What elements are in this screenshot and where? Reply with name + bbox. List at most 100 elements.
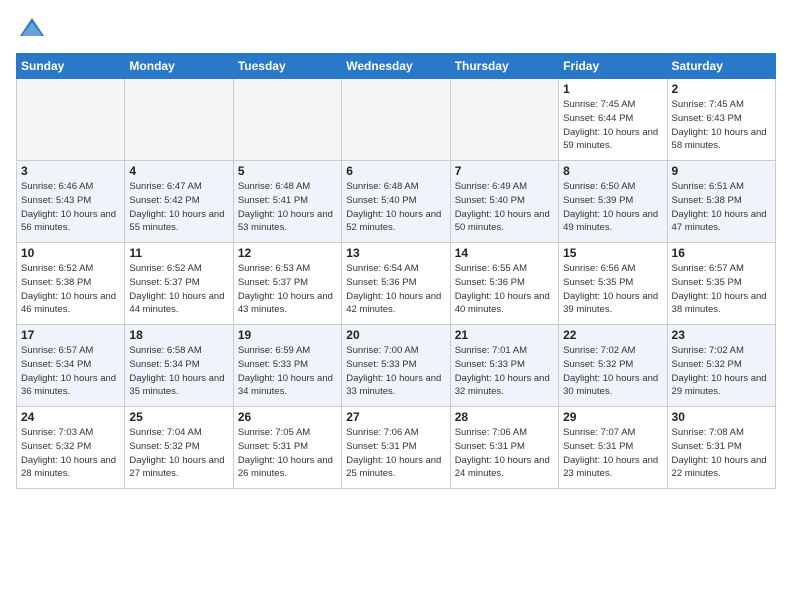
day-number: 10 xyxy=(21,246,120,260)
day-number: 15 xyxy=(563,246,662,260)
calendar-table: SundayMondayTuesdayWednesdayThursdayFrid… xyxy=(16,53,776,489)
calendar-cell: 21 Sunrise: 7:01 AM Sunset: 5:33 PM Dayli… xyxy=(450,325,558,407)
calendar-cell: 4 Sunrise: 6:47 AM Sunset: 5:42 PM Daylig… xyxy=(125,161,233,243)
day-info: Sunrise: 6:57 AM Sunset: 5:35 PM Dayligh… xyxy=(672,262,771,317)
calendar-cell: 16 Sunrise: 6:57 AM Sunset: 5:35 PM Dayli… xyxy=(667,243,775,325)
day-number: 3 xyxy=(21,164,120,178)
calendar-header-wednesday: Wednesday xyxy=(342,54,450,79)
day-number: 18 xyxy=(129,328,228,342)
day-info: Sunrise: 6:47 AM Sunset: 5:42 PM Dayligh… xyxy=(129,180,228,235)
calendar-header-sunday: Sunday xyxy=(17,54,125,79)
day-number: 23 xyxy=(672,328,771,342)
day-number: 29 xyxy=(563,410,662,424)
calendar-cell: 3 Sunrise: 6:46 AM Sunset: 5:43 PM Daylig… xyxy=(17,161,125,243)
calendar-cell: 7 Sunrise: 6:49 AM Sunset: 5:40 PM Daylig… xyxy=(450,161,558,243)
day-info: Sunrise: 7:04 AM Sunset: 5:32 PM Dayligh… xyxy=(129,426,228,481)
calendar-cell xyxy=(342,79,450,161)
day-info: Sunrise: 7:06 AM Sunset: 5:31 PM Dayligh… xyxy=(346,426,445,481)
day-info: Sunrise: 7:45 AM Sunset: 6:43 PM Dayligh… xyxy=(672,98,771,153)
day-info: Sunrise: 6:53 AM Sunset: 5:37 PM Dayligh… xyxy=(238,262,337,317)
day-number: 16 xyxy=(672,246,771,260)
day-info: Sunrise: 7:00 AM Sunset: 5:33 PM Dayligh… xyxy=(346,344,445,399)
day-info: Sunrise: 6:48 AM Sunset: 5:40 PM Dayligh… xyxy=(346,180,445,235)
day-info: Sunrise: 6:50 AM Sunset: 5:39 PM Dayligh… xyxy=(563,180,662,235)
day-number: 17 xyxy=(21,328,120,342)
day-number: 21 xyxy=(455,328,554,342)
day-info: Sunrise: 7:05 AM Sunset: 5:31 PM Dayligh… xyxy=(238,426,337,481)
day-info: Sunrise: 6:56 AM Sunset: 5:35 PM Dayligh… xyxy=(563,262,662,317)
header xyxy=(16,10,776,47)
page: SundayMondayTuesdayWednesdayThursdayFrid… xyxy=(0,0,792,612)
day-info: Sunrise: 7:07 AM Sunset: 5:31 PM Dayligh… xyxy=(563,426,662,481)
calendar-cell: 26Sunrise: 7:05 AM Sunset: 5:31 PM Dayli… xyxy=(233,407,341,489)
day-number: 4 xyxy=(129,164,228,178)
logo-icon xyxy=(18,14,46,42)
day-info: Sunrise: 7:08 AM Sunset: 5:31 PM Dayligh… xyxy=(672,426,771,481)
day-info: Sunrise: 6:55 AM Sunset: 5:36 PM Dayligh… xyxy=(455,262,554,317)
logo xyxy=(16,14,46,47)
calendar-header-row: SundayMondayTuesdayWednesdayThursdayFrid… xyxy=(17,54,776,79)
day-number: 8 xyxy=(563,164,662,178)
day-number: 7 xyxy=(455,164,554,178)
day-number: 28 xyxy=(455,410,554,424)
day-info: Sunrise: 6:49 AM Sunset: 5:40 PM Dayligh… xyxy=(455,180,554,235)
calendar-cell: 14 Sunrise: 6:55 AM Sunset: 5:36 PM Dayli… xyxy=(450,243,558,325)
calendar-cell: 8 Sunrise: 6:50 AM Sunset: 5:39 PM Daylig… xyxy=(559,161,667,243)
calendar-cell xyxy=(125,79,233,161)
day-number: 27 xyxy=(346,410,445,424)
calendar-cell: 5Sunrise: 6:48 AM Sunset: 5:41 PM Daylig… xyxy=(233,161,341,243)
day-number: 13 xyxy=(346,246,445,260)
calendar-cell: 17 Sunrise: 6:57 AM Sunset: 5:34 PM Dayli… xyxy=(17,325,125,407)
calendar-cell: 10Sunrise: 6:52 AM Sunset: 5:38 PM Dayli… xyxy=(17,243,125,325)
day-number: 25 xyxy=(129,410,228,424)
day-info: Sunrise: 6:57 AM Sunset: 5:34 PM Dayligh… xyxy=(21,344,120,399)
calendar-cell: 18Sunrise: 6:58 AM Sunset: 5:34 PM Dayli… xyxy=(125,325,233,407)
day-number: 9 xyxy=(672,164,771,178)
day-info: Sunrise: 7:02 AM Sunset: 5:32 PM Dayligh… xyxy=(563,344,662,399)
calendar-header-friday: Friday xyxy=(559,54,667,79)
calendar-cell: 20 Sunrise: 7:00 AM Sunset: 5:33 PM Dayli… xyxy=(342,325,450,407)
calendar-cell: 28Sunrise: 7:06 AM Sunset: 5:31 PM Dayli… xyxy=(450,407,558,489)
calendar-week-row: 1Sunrise: 7:45 AM Sunset: 6:44 PM Daylig… xyxy=(17,79,776,161)
calendar-header-tuesday: Tuesday xyxy=(233,54,341,79)
day-number: 14 xyxy=(455,246,554,260)
day-number: 30 xyxy=(672,410,771,424)
calendar-cell: 2Sunrise: 7:45 AM Sunset: 6:43 PM Daylig… xyxy=(667,79,775,161)
calendar-cell: 27 Sunrise: 7:06 AM Sunset: 5:31 PM Dayli… xyxy=(342,407,450,489)
calendar-header-thursday: Thursday xyxy=(450,54,558,79)
calendar-cell: 24Sunrise: 7:03 AM Sunset: 5:32 PM Dayli… xyxy=(17,407,125,489)
calendar-cell: 9 Sunrise: 6:51 AM Sunset: 5:38 PM Daylig… xyxy=(667,161,775,243)
day-info: Sunrise: 6:54 AM Sunset: 5:36 PM Dayligh… xyxy=(346,262,445,317)
calendar-cell: 25 Sunrise: 7:04 AM Sunset: 5:32 PM Dayli… xyxy=(125,407,233,489)
calendar-cell xyxy=(233,79,341,161)
calendar-cell xyxy=(450,79,558,161)
calendar-cell: 11 Sunrise: 6:52 AM Sunset: 5:37 PM Dayli… xyxy=(125,243,233,325)
day-info: Sunrise: 6:51 AM Sunset: 5:38 PM Dayligh… xyxy=(672,180,771,235)
calendar-header-monday: Monday xyxy=(125,54,233,79)
day-info: Sunrise: 6:46 AM Sunset: 5:43 PM Dayligh… xyxy=(21,180,120,235)
day-info: Sunrise: 7:03 AM Sunset: 5:32 PM Dayligh… xyxy=(21,426,120,481)
calendar-cell: 1Sunrise: 7:45 AM Sunset: 6:44 PM Daylig… xyxy=(559,79,667,161)
calendar-cell: 15 Sunrise: 6:56 AM Sunset: 5:35 PM Dayli… xyxy=(559,243,667,325)
day-number: 5 xyxy=(238,164,337,178)
day-info: Sunrise: 7:01 AM Sunset: 5:33 PM Dayligh… xyxy=(455,344,554,399)
calendar-week-row: 10Sunrise: 6:52 AM Sunset: 5:38 PM Dayli… xyxy=(17,243,776,325)
calendar-cell: 12 Sunrise: 6:53 AM Sunset: 5:37 PM Dayli… xyxy=(233,243,341,325)
calendar-cell: 22 Sunrise: 7:02 AM Sunset: 5:32 PM Dayli… xyxy=(559,325,667,407)
day-info: Sunrise: 7:45 AM Sunset: 6:44 PM Dayligh… xyxy=(563,98,662,153)
day-info: Sunrise: 6:59 AM Sunset: 5:33 PM Dayligh… xyxy=(238,344,337,399)
calendar-cell: 30 Sunrise: 7:08 AM Sunset: 5:31 PM Dayli… xyxy=(667,407,775,489)
day-number: 20 xyxy=(346,328,445,342)
calendar-cell: 29 Sunrise: 7:07 AM Sunset: 5:31 PM Dayli… xyxy=(559,407,667,489)
day-number: 11 xyxy=(129,246,228,260)
day-number: 12 xyxy=(238,246,337,260)
day-info: Sunrise: 6:52 AM Sunset: 5:37 PM Dayligh… xyxy=(129,262,228,317)
day-info: Sunrise: 7:02 AM Sunset: 5:32 PM Dayligh… xyxy=(672,344,771,399)
calendar-header-saturday: Saturday xyxy=(667,54,775,79)
calendar-cell: 6Sunrise: 6:48 AM Sunset: 5:40 PM Daylig… xyxy=(342,161,450,243)
calendar-week-row: 17 Sunrise: 6:57 AM Sunset: 5:34 PM Dayli… xyxy=(17,325,776,407)
calendar-cell: 19 Sunrise: 6:59 AM Sunset: 5:33 PM Dayli… xyxy=(233,325,341,407)
calendar-cell xyxy=(17,79,125,161)
day-number: 19 xyxy=(238,328,337,342)
day-number: 22 xyxy=(563,328,662,342)
